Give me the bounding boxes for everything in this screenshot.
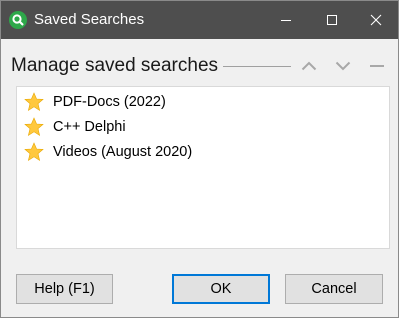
saved-searches-dialog: Saved Searches Manage saved searches PDF… [0, 0, 399, 318]
list-item[interactable]: C++ Delphi [24, 116, 324, 138]
heading-divider [223, 66, 291, 67]
minus-icon [370, 65, 384, 67]
star-icon [24, 92, 44, 112]
title-bar[interactable]: Saved Searches [1, 1, 398, 39]
list-item-label: PDF-Docs (2022) [53, 94, 166, 110]
maximize-icon [327, 15, 337, 25]
list-item-label: Videos (August 2020) [53, 144, 193, 160]
cancel-button[interactable]: Cancel [285, 274, 383, 304]
minimize-button[interactable] [263, 1, 309, 39]
close-button[interactable] [353, 1, 399, 39]
move-up-button[interactable] [298, 55, 320, 77]
close-icon [370, 14, 382, 26]
star-icon [24, 117, 44, 137]
app-search-icon [9, 11, 27, 29]
minimize-icon [281, 20, 291, 21]
window-title: Saved Searches [34, 11, 145, 28]
help-button[interactable]: Help (F1) [16, 274, 113, 304]
maximize-button[interactable] [309, 1, 355, 39]
star-icon [24, 142, 44, 162]
list-item[interactable]: Videos (August 2020) [24, 141, 324, 163]
saved-searches-list[interactable]: PDF-Docs (2022) C++ Delphi Videos (Augus… [16, 86, 390, 249]
remove-button[interactable] [366, 55, 388, 77]
list-item[interactable]: PDF-Docs (2022) [24, 91, 324, 113]
section-heading: Manage saved searches [11, 55, 219, 76]
move-down-button[interactable] [332, 55, 354, 77]
chevron-down-icon [335, 61, 351, 71]
ok-button[interactable]: OK [172, 274, 270, 304]
chevron-up-icon [301, 61, 317, 71]
list-item-label: C++ Delphi [53, 119, 126, 135]
